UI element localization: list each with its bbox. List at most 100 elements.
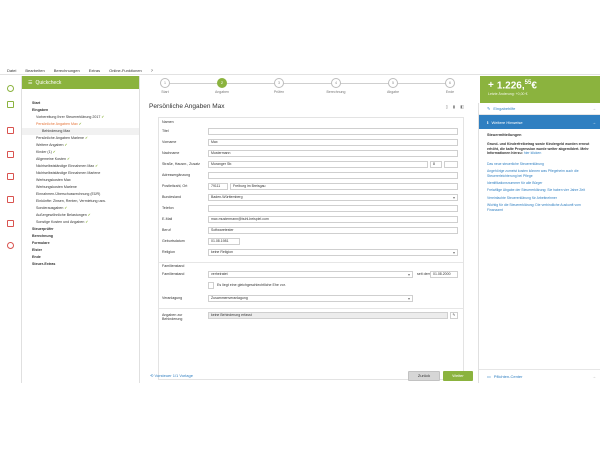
toolbar-icons[interactable]: ▯ ▮ ◧: [446, 104, 466, 109]
pflichten-center[interactable]: ▭ Pflichten-Center →: [479, 369, 600, 383]
step-dot: 3: [274, 78, 284, 88]
sidebar-item[interactable]: Allgemeine Kosten ✔: [22, 156, 139, 163]
sidebar-item[interactable]: Einkünfte: Zinsen, Renten, Vermietung us…: [22, 198, 139, 205]
sidebar-item[interactable]: Steuer-Extras: [22, 261, 139, 268]
sidebar-item[interactable]: Steuerprüfer: [22, 226, 139, 233]
chevron-right-icon: →: [592, 106, 596, 111]
divider: [159, 262, 463, 263]
info-link[interactable]: Identifikationsnummer für alle Bürger: [487, 181, 594, 185]
sidebar-item[interactable]: Weitere Angaben ✔: [22, 142, 139, 149]
hinweise-body: Steuermitteilungen Grund- und Kinderfrei…: [479, 129, 600, 212]
euro-icon[interactable]: [7, 242, 14, 249]
back-button[interactable]: Zurück: [408, 371, 440, 381]
eingabehilfe-header[interactable]: ✎ Eingabehilfe →: [479, 103, 600, 115]
step-pruefen[interactable]: 3 Prüfen: [259, 78, 299, 94]
row-strasse: Straße, Hausnr., Zusatz Muranger Str. 8: [159, 160, 463, 170]
step-berechnung[interactable]: 4 Berechnung: [316, 78, 356, 94]
zusatz-input[interactable]: [444, 161, 458, 168]
hinweise-header[interactable]: ℹ Weitere Hinweise →: [479, 115, 600, 129]
sidebar-item-label: Start: [32, 101, 41, 105]
veranlagung-select[interactable]: Zusammenveranlagung: [208, 295, 413, 302]
partnerschaft-checkbox[interactable]: [208, 282, 214, 289]
info-link[interactable]: Das neue steuerliche Steuererklärung: [487, 162, 594, 166]
row-plz-ort: Postleitzahl, Ort 79111 Freiburg im Brei…: [159, 182, 463, 192]
sidebar-item[interactable]: Formulare: [22, 240, 139, 247]
menu-file[interactable]: Datei: [7, 68, 16, 73]
menu-edit[interactable]: Bearbeiten: [25, 68, 44, 73]
sidebar-item[interactable]: Start: [22, 100, 139, 107]
step-ende[interactable]: 6 Ende: [430, 78, 470, 94]
label-religion: Religion: [162, 250, 175, 254]
sidebar-item[interactable]: Sonderausgaben ✔: [22, 205, 139, 212]
label-email: E-Mail: [162, 217, 173, 221]
telefon-input[interactable]: [208, 205, 458, 212]
restore-link[interactable]: ⟲ Vorsteuer 1/1 Vorlage: [150, 373, 193, 378]
ort-input[interactable]: Freiburg im Breisgau: [230, 183, 458, 190]
row-beruf: Beruf Softwaretester: [159, 226, 463, 236]
more-link[interactable]: hier klicken: [524, 151, 542, 155]
menu-help[interactable]: ?: [151, 68, 153, 73]
divider: [159, 308, 463, 309]
vorname-input[interactable]: Max: [208, 139, 458, 146]
sidebar-item[interactable]: Einnahmen-Überschussrechnung (EÜR): [22, 191, 139, 198]
plz-input[interactable]: 79111: [208, 183, 228, 190]
sidebar-item[interactable]: Außergewöhnliche Belastungen ✔: [22, 212, 139, 219]
step-abgabe[interactable]: 5 Abgabe: [373, 78, 413, 94]
step-angaben[interactable]: 2 Angaben: [202, 78, 242, 94]
sidebar-item[interactable]: Behinderung Max: [22, 128, 139, 135]
tax-result-box[interactable]: + 1.226,55€ Letzte Änderung: +0,00 €: [480, 76, 600, 103]
sidebar-item[interactable]: Persönliche Angaben Marlene ✔: [22, 135, 139, 142]
menu-online[interactable]: Online-Funktionen: [109, 68, 142, 73]
religion-select[interactable]: keine Religion: [208, 249, 458, 256]
info-link[interactable]: Freiwillige Abgabe der Steuererklärung: …: [487, 188, 594, 192]
sidebar-item[interactable]: Elster: [22, 247, 139, 254]
sidebar-item[interactable]: Werbungskosten Max: [22, 177, 139, 184]
search-icon[interactable]: [7, 85, 14, 92]
quickcheck-header[interactable]: ☰ Quickcheck: [22, 76, 139, 89]
edit-pencil-icon[interactable]: ✎: [450, 312, 458, 319]
forms-icon[interactable]: [7, 127, 14, 134]
titel-input[interactable]: [208, 128, 458, 135]
beruf-input[interactable]: Softwaretester: [208, 227, 458, 234]
sidebar-item[interactable]: Persönliche Angaben Max ✔: [22, 121, 139, 128]
next-button[interactable]: Weiter: [443, 371, 473, 381]
label-telefon: Telefon: [162, 206, 174, 210]
sidebar-item[interactable]: Sonstige Kosten und Angaben ✔: [22, 219, 139, 226]
info-icon: ℹ: [487, 119, 489, 125]
hausnr-input[interactable]: 8: [430, 161, 442, 168]
menu-calculations[interactable]: Berechnungen: [54, 68, 80, 73]
checklist-icon: ☰: [28, 79, 33, 86]
folder-icon[interactable]: [7, 151, 14, 158]
sidebar-item[interactable]: Kinder (1) ✔: [22, 149, 139, 156]
chevron-right-icon: →: [592, 374, 596, 379]
sidebar-item[interactable]: Werbungskosten Marlene: [22, 184, 139, 191]
print-icon[interactable]: [7, 173, 14, 180]
info-link[interactable]: Wichtig für die Steuererklärung: Die ver…: [487, 203, 594, 212]
strasse-input[interactable]: Muranger Str.: [208, 161, 428, 168]
seit-date-input[interactable]: 01.08.2000: [430, 271, 458, 278]
check-icon: ✔: [65, 157, 70, 161]
row-titel: Titel: [159, 127, 463, 137]
menu-extras[interactable]: Extras: [89, 68, 100, 73]
adresszusatz-input[interactable]: [208, 172, 458, 179]
info-link[interactable]: Angehörige zumeist kosten können was Pfl…: [487, 169, 594, 178]
bundesland-select[interactable]: Baden-Württemberg: [208, 194, 458, 201]
sidebar-item-label: Behinderung Max: [42, 129, 71, 133]
chart-icon[interactable]: [7, 196, 14, 203]
step-start[interactable]: 1 Start: [145, 78, 185, 94]
progress-stepper: 1 Start 2 Angaben 3 Prüfen 4 Berechnung …: [140, 78, 475, 100]
row-familienstand: Familienstand verheiratet seit dem 01.08…: [159, 270, 463, 280]
geburt-input[interactable]: 01.08.1981: [208, 238, 240, 245]
info-link[interactable]: Vereinfachte Steuererklärung für Arbeitn…: [487, 196, 594, 200]
sidebar-item[interactable]: Nichtselbstständige Einnahmen Max ✔: [22, 163, 139, 170]
sidebar-item[interactable]: Ende: [22, 254, 139, 261]
nachname-input[interactable]: Mustermann: [208, 150, 458, 157]
sidebar-item[interactable]: Vorbereitung Ihrer Steuererklärung 2017 …: [22, 114, 139, 121]
clipboard-icon[interactable]: [7, 220, 14, 227]
email-input[interactable]: max.mustermann@buhl-beispiel.com: [208, 216, 458, 223]
document-icon[interactable]: [7, 101, 14, 108]
sidebar-item[interactable]: Nichtselbstständige Einnahmen Marlene: [22, 170, 139, 177]
familienstand-select[interactable]: verheiratet: [208, 271, 413, 278]
sidebar-item[interactable]: Berechnung: [22, 233, 139, 240]
sidebar-item[interactable]: Eingaben: [22, 107, 139, 114]
